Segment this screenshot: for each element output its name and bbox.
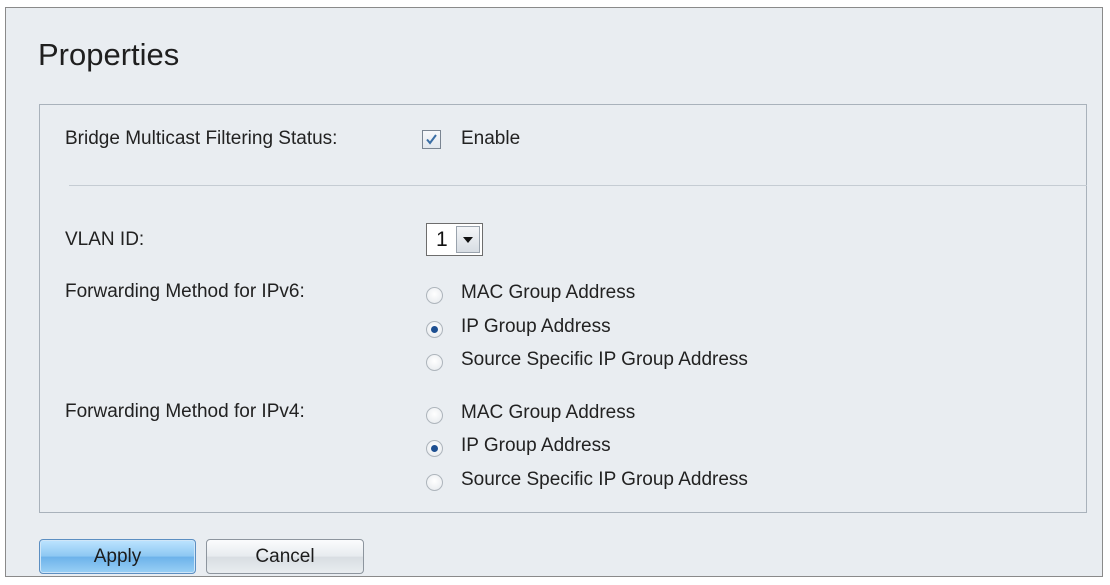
page-title: Properties bbox=[38, 37, 180, 72]
cancel-button[interactable]: Cancel bbox=[206, 539, 364, 574]
checkmark-icon bbox=[426, 134, 437, 145]
ipv4-ip-group-radio[interactable] bbox=[426, 440, 443, 457]
ipv6-ip-group-label: IP Group Address bbox=[461, 316, 611, 337]
vlan-id-value: 1 bbox=[436, 228, 448, 251]
ipv4-forwarding-label: Forwarding Method for IPv4: bbox=[65, 401, 305, 422]
section-divider bbox=[69, 185, 1087, 186]
chevron-down-icon bbox=[463, 237, 473, 243]
radio-selected-dot bbox=[431, 445, 438, 452]
ipv6-ip-group-radio[interactable] bbox=[426, 321, 443, 338]
ipv4-mac-group-radio[interactable] bbox=[426, 407, 443, 424]
vlan-id-select[interactable]: 1 bbox=[426, 223, 483, 256]
filtering-enable-label: Enable bbox=[461, 128, 521, 149]
properties-window: Properties Bridge Multicast Filtering St… bbox=[5, 7, 1103, 577]
ipv4-ip-group-label: IP Group Address bbox=[461, 435, 611, 456]
ipv6-source-specific-label: Source Specific IP Group Address bbox=[461, 349, 748, 370]
ipv4-source-specific-radio[interactable] bbox=[426, 474, 443, 491]
ipv4-source-specific-label: Source Specific IP Group Address bbox=[461, 469, 748, 490]
ipv6-mac-group-label: MAC Group Address bbox=[461, 282, 636, 303]
vlan-id-dropdown-button[interactable] bbox=[456, 226, 480, 253]
filtering-status-label: Bridge Multicast Filtering Status: bbox=[65, 128, 338, 149]
filtering-enable-checkbox[interactable] bbox=[422, 130, 441, 149]
radio-selected-dot bbox=[431, 326, 438, 333]
ipv4-mac-group-label: MAC Group Address bbox=[461, 402, 636, 423]
ipv6-forwarding-label: Forwarding Method for IPv6: bbox=[65, 281, 305, 302]
apply-button[interactable]: Apply bbox=[39, 539, 196, 574]
ipv6-source-specific-radio[interactable] bbox=[426, 354, 443, 371]
vlan-id-label: VLAN ID: bbox=[65, 229, 145, 250]
ipv6-mac-group-radio[interactable] bbox=[426, 287, 443, 304]
